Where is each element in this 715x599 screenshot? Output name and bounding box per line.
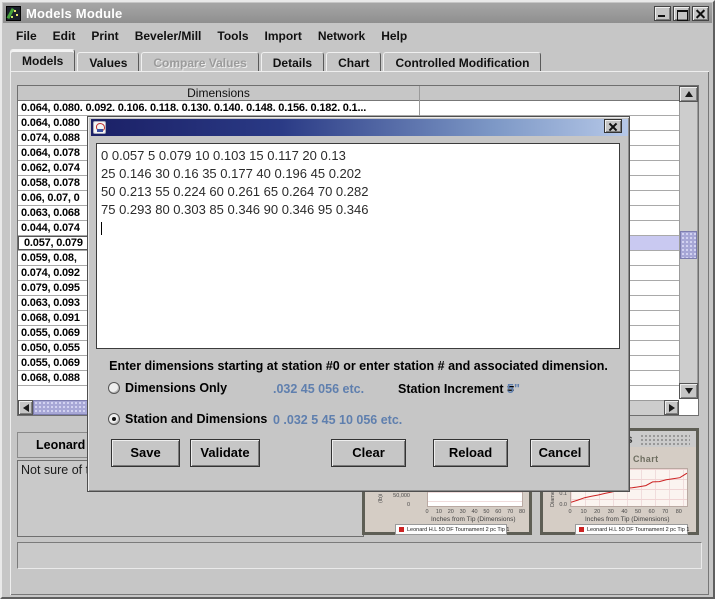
text-caret <box>101 222 102 235</box>
enter-dimensions-dialog: 0 0.057 5 0.079 10 0.103 15 0.117 20 0.1… <box>87 116 630 492</box>
dimensions-only-hint: .032 45 056 etc. <box>273 382 364 396</box>
arrow-right-icon <box>669 404 675 412</box>
x-tick-label: 80 <box>676 509 682 515</box>
dialog-close-button[interactable] <box>604 119 622 133</box>
window-title: Models Module <box>26 6 123 21</box>
chart-legend: Leonard H.L 50 DF Tournament 2 pc Tip 1 <box>575 524 688 535</box>
legend-marker-icon <box>399 527 404 532</box>
x-tick-label: 0 <box>568 509 571 515</box>
radio-button-icon[interactable] <box>108 382 120 394</box>
x-tick-label: 30 <box>608 509 614 515</box>
x-tick-label: 30 <box>460 509 466 515</box>
station-increment-value: 5" <box>507 382 520 396</box>
table-header-row: Dimensions <box>18 86 679 101</box>
scroll-up-button[interactable] <box>679 86 698 102</box>
menu-import[interactable]: Import <box>257 27 310 45</box>
menu-file[interactable]: File <box>8 27 45 45</box>
x-tick-label: 20 <box>448 509 454 515</box>
tab-bar: Models Values Compare Values Details Cha… <box>10 49 709 72</box>
clear-button[interactable]: Clear <box>331 439 406 467</box>
x-axis-ticks: 0 10 20 30 40 50 60 70 80 <box>427 509 523 516</box>
titlebar-hatch-texture <box>640 434 690 445</box>
radio-dimensions-only[interactable]: Dimensions Only <box>108 381 227 395</box>
tab-chart[interactable]: Chart <box>326 52 381 72</box>
save-button[interactable]: Save <box>111 439 180 467</box>
x-tick-label: 50 <box>635 509 641 515</box>
scroll-right-button[interactable] <box>664 400 679 415</box>
column-header-dimensions[interactable]: Dimensions <box>18 86 419 101</box>
x-tick-label: 0 <box>425 509 428 515</box>
y-axis-label: Diame <box>550 491 556 507</box>
dialog-icon <box>93 121 106 134</box>
x-tick-label: 60 <box>495 509 501 515</box>
x-tick-label: 50 <box>483 509 489 515</box>
tab-compare-values: Compare Values <box>141 52 258 72</box>
arrow-down-icon <box>685 388 693 394</box>
menu-edit[interactable]: Edit <box>45 27 84 45</box>
reload-button[interactable]: Reload <box>433 439 508 467</box>
close-button[interactable] <box>692 6 709 21</box>
legend-marker-icon <box>579 527 584 532</box>
x-tick-label: 20 <box>594 509 600 515</box>
station-dimensions-hint: 0 .032 5 45 10 056 etc. <box>273 413 402 427</box>
tab-models[interactable]: Models <box>10 49 75 72</box>
radio-button-selected-icon[interactable] <box>108 413 120 425</box>
app-window: Models Module File Edit Print Beveler/Mi… <box>0 0 715 599</box>
x-tick-label: 40 <box>471 509 477 515</box>
dialog-instruction: Enter dimensions starting at station #0 … <box>88 359 629 373</box>
dialog-titlebar[interactable] <box>91 119 628 136</box>
menu-bar: File Edit Print Beveler/Mill Tools Impor… <box>4 25 715 47</box>
model-name-label: Leonard <box>18 438 85 452</box>
x-tick-label: 80 <box>519 509 525 515</box>
menu-help[interactable]: Help <box>373 27 415 45</box>
x-tick-label: 10 <box>436 509 442 515</box>
scroll-left-button[interactable] <box>18 400 33 415</box>
arrow-left-icon <box>23 404 29 412</box>
station-increment-label: Station Increment = <box>398 382 514 396</box>
y-tick-label: 0 <box>380 502 410 508</box>
tab-values[interactable]: Values <box>77 52 139 72</box>
menu-print[interactable]: Print <box>83 27 126 45</box>
menu-beveler-mill[interactable]: Beveler/Mill <box>127 27 210 45</box>
x-axis-label: Inches from Tip (Dimensions) <box>431 516 516 523</box>
minimize-button[interactable] <box>654 6 671 21</box>
status-field[interactable] <box>17 542 702 569</box>
y-axis-label: (lb)i <box>378 494 384 503</box>
vertical-scroll-thumb[interactable] <box>680 231 697 259</box>
menu-tools[interactable]: Tools <box>209 27 256 45</box>
window-titlebar[interactable]: Models Module <box>3 3 712 23</box>
table-row[interactable]: 0.064, 0.080. 0.092. 0.106. 0.118. 0.130… <box>18 101 679 116</box>
tab-details[interactable]: Details <box>261 52 324 72</box>
dimensions-input-textarea[interactable]: 0 0.057 5 0.079 10 0.103 15 0.117 20 0.1… <box>96 143 620 349</box>
maximize-button[interactable] <box>673 6 690 21</box>
y-tick-label: 50,000 <box>380 493 410 499</box>
chart-legend: Leonard H.L 50 DF Tournament 2 pc Tip 1 <box>395 524 507 535</box>
arrow-up-icon <box>685 91 693 97</box>
x-axis-label: Inches from Tip (Dimensions) <box>585 516 670 523</box>
x-tick-label: 60 <box>649 509 655 515</box>
radio-station-and-dimensions[interactable]: Station and Dimensions <box>108 412 267 426</box>
app-icon <box>6 6 21 21</box>
x-tick-label: 70 <box>507 509 513 515</box>
menu-network[interactable]: Network <box>310 27 373 45</box>
tab-controlled-modification[interactable]: Controlled Modification <box>383 52 541 72</box>
x-tick-label: 40 <box>621 509 627 515</box>
x-tick-label: 10 <box>581 509 587 515</box>
scroll-down-button[interactable] <box>679 383 698 399</box>
x-axis-ticks: 0 10 20 30 40 50 60 70 80 <box>570 509 688 516</box>
x-tick-label: 70 <box>662 509 668 515</box>
validate-button[interactable]: Validate <box>190 439 260 467</box>
cancel-button[interactable]: Cancel <box>530 439 590 467</box>
